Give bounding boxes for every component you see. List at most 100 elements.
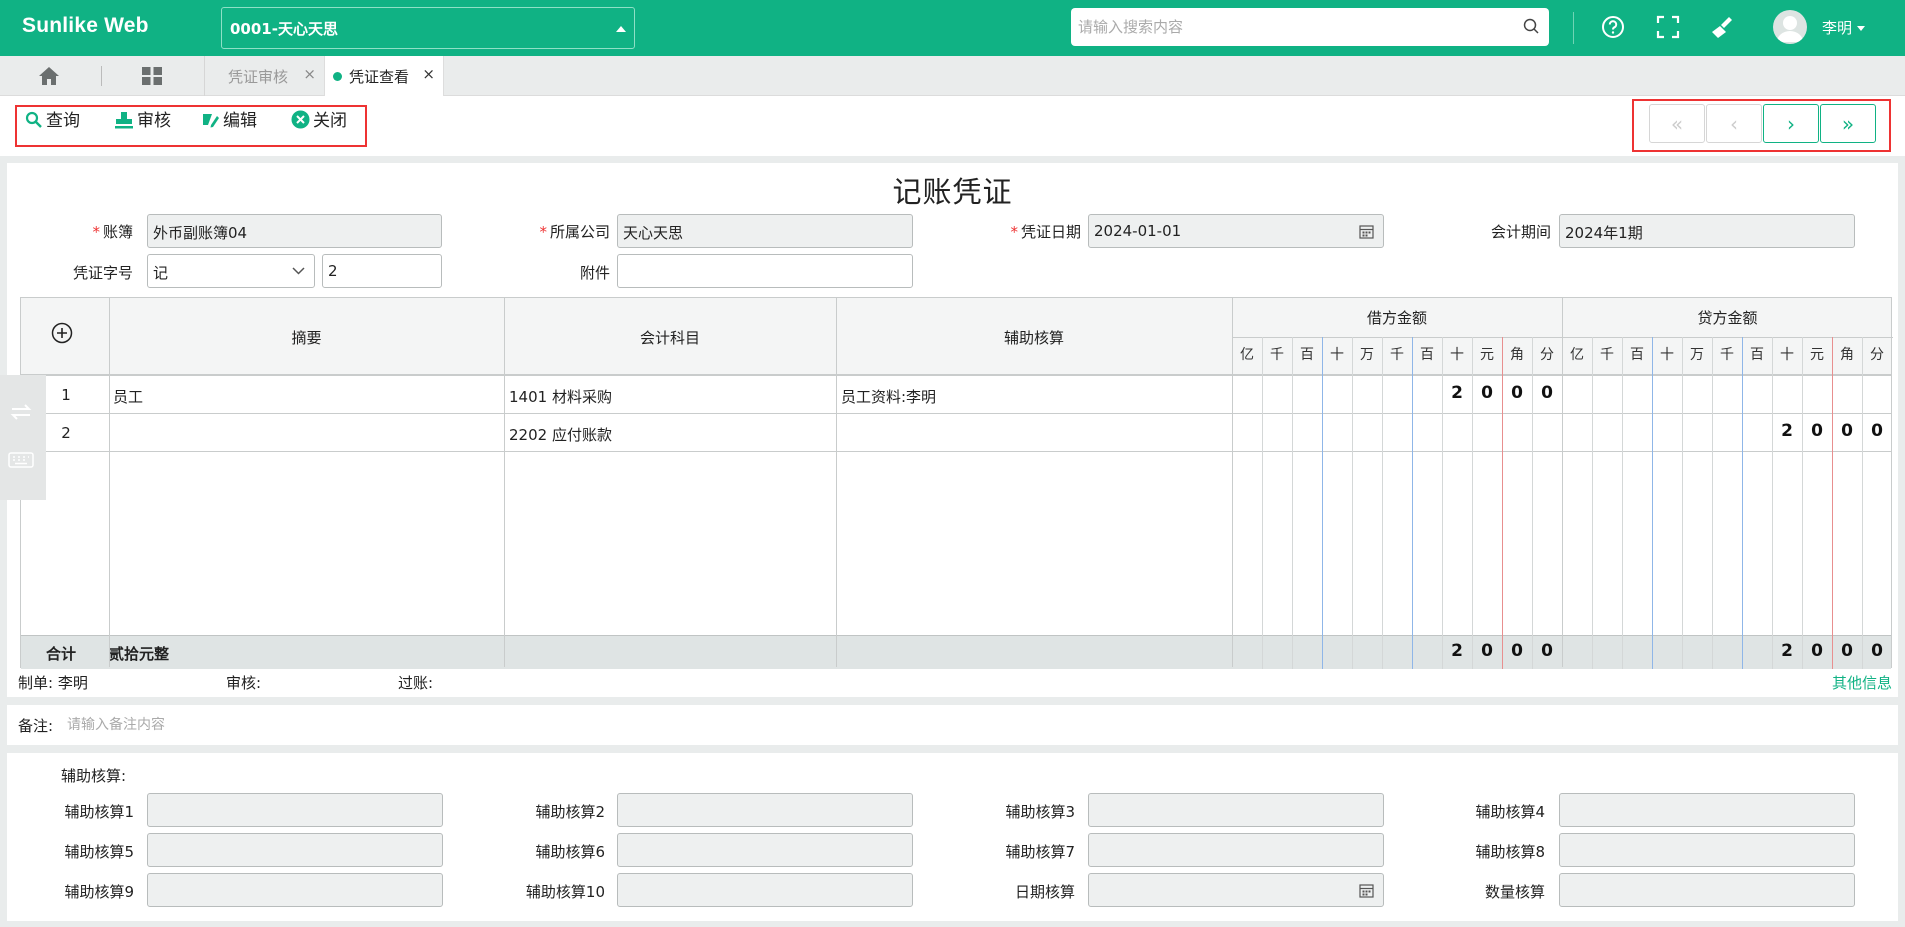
debit-amount-digit: 0 (1481, 383, 1493, 403)
audit-button[interactable]: 审核 (114, 106, 171, 131)
voucher-word-select[interactable]: 记 (147, 254, 315, 288)
last-record-button[interactable]: » (1820, 104, 1876, 143)
notes-input[interactable] (67, 709, 1667, 741)
attachment-field[interactable] (617, 254, 913, 288)
user-icon (1777, 16, 1803, 42)
query-button[interactable]: 查询 (25, 106, 80, 131)
attachment-label: 附件 (579, 264, 610, 282)
ledger-label: * 账簿 (92, 223, 133, 241)
close-icon[interactable]: × (422, 65, 435, 83)
date-label: * 凭证日期 (1010, 223, 1081, 241)
total-credit-digit: 0 (1871, 641, 1883, 661)
digit-unit-header: 万 (1690, 347, 1704, 363)
brush-icon[interactable] (1708, 14, 1734, 40)
header-summary: 摘要 (291, 329, 322, 347)
avatar[interactable] (1773, 10, 1807, 44)
company-field[interactable]: 天心天思 (617, 214, 913, 248)
digit-divider (1292, 337, 1293, 669)
digit-divider (1352, 337, 1353, 669)
ledger-field[interactable]: 外币副账簿04 (147, 214, 442, 248)
header-debit: 借方金额 (1366, 309, 1427, 327)
user-name: 李明 (1822, 19, 1853, 37)
voucher-entry-table: 摘要 会计科目 辅助核算 借方金额 贷方金额 1 员工 1401 材料采购 员工… (20, 297, 1893, 669)
grid-icon[interactable] (141, 66, 163, 86)
credit-amount-digit: 0 (1871, 421, 1883, 441)
tab-bar: 凭证审核 × 凭证查看 × (0, 56, 1905, 96)
aux-field-label: 辅助核算8 (1475, 843, 1545, 861)
first-record-button[interactable]: « (1649, 104, 1705, 143)
total-row (21, 635, 1891, 669)
side-toggle-panel[interactable] (0, 375, 46, 500)
search-icon[interactable] (1523, 18, 1539, 34)
stamp-icon (115, 112, 133, 129)
edit-button[interactable]: 编辑 (202, 106, 257, 131)
other-info-link[interactable]: 其他信息 (1832, 672, 1892, 693)
aux-field-input[interactable] (1088, 793, 1384, 827)
auditor-info: 审核: (226, 674, 262, 692)
top-header: Sunlike Web 0001-天心天思 李明 (0, 0, 1905, 56)
calendar-icon[interactable] (1359, 883, 1374, 898)
active-dot-icon (333, 72, 342, 81)
maker-info: 制单: 李明 (18, 674, 88, 692)
digit-divider (1742, 337, 1743, 669)
help-icon[interactable] (1600, 14, 1626, 40)
digit-unit-header: 百 (1750, 347, 1764, 363)
digit-unit-header: 元 (1480, 347, 1494, 363)
user-menu[interactable]: 李明 (1822, 17, 1866, 38)
aux-field-input[interactable] (147, 793, 443, 827)
digit-divider (1262, 337, 1263, 669)
digit-unit-header: 十 (1450, 347, 1464, 363)
aux-field-label: 辅助核算2 (535, 803, 605, 821)
digit-unit-header: 十 (1330, 347, 1344, 363)
tab-voucher-view[interactable]: 凭证查看 × (324, 56, 444, 96)
aux-field-input[interactable] (147, 833, 443, 867)
home-icon[interactable] (38, 66, 60, 86)
calendar-icon[interactable] (1359, 224, 1374, 239)
digit-divider (1712, 337, 1713, 669)
search-input[interactable] (1071, 8, 1511, 46)
toolbar: 查询 审核 编辑 关闭 « ‹ › » (0, 96, 1905, 156)
aux-field-input[interactable] (1088, 873, 1384, 907)
row-summary[interactable]: 员工 (113, 386, 498, 407)
row-account[interactable]: 2202 应付账款 (509, 424, 829, 445)
aux-field-input[interactable] (147, 873, 443, 907)
poster-info: 过账: (398, 674, 434, 692)
next-record-button[interactable]: › (1763, 104, 1819, 143)
digit-unit-header: 千 (1600, 347, 1614, 363)
fullscreen-icon[interactable] (1655, 14, 1681, 40)
add-row-icon[interactable] (51, 322, 73, 344)
total-debit-digit: 2 (1451, 641, 1463, 661)
chevron-down-icon (292, 267, 305, 275)
close-button[interactable]: 关闭 (291, 106, 347, 131)
aux-field-input[interactable] (617, 873, 913, 907)
digit-divider (1382, 337, 1383, 669)
voucher-number-field[interactable]: 2 (322, 254, 442, 288)
voucher-panel: 记账凭证 * 账簿 外币副账簿04 * 所属公司 天心天思 * 凭证日期 2024-0… (7, 163, 1898, 697)
period-label: 会计期间 (1490, 223, 1551, 241)
period-field[interactable]: 2024年1期 (1559, 214, 1855, 248)
date-field[interactable]: 2024-01-01 (1088, 214, 1384, 248)
aux-field-input[interactable] (1088, 833, 1384, 867)
row-aux[interactable]: 员工资料:李明 (841, 386, 1226, 407)
total-credit-digit: 0 (1841, 641, 1853, 661)
row-account[interactable]: 1401 材料采购 (509, 386, 829, 407)
close-icon[interactable]: × (303, 65, 316, 83)
aux-field-input[interactable] (617, 793, 913, 827)
aux-field-input[interactable] (1559, 793, 1855, 827)
aux-field-input[interactable] (1559, 873, 1855, 907)
aux-field-input[interactable] (1559, 833, 1855, 867)
aux-field-input[interactable] (617, 833, 913, 867)
prev-record-button[interactable]: ‹ (1706, 104, 1762, 143)
row-number: 1 (61, 386, 71, 404)
double-chevron-right-icon: » (1841, 112, 1855, 136)
column-divider (109, 298, 110, 667)
account-select[interactable]: 0001-天心天思 (221, 7, 635, 49)
tab-voucher-audit[interactable]: 凭证审核 × (204, 56, 324, 96)
header-account: 会计科目 (639, 329, 700, 347)
credit-amount-digit: 0 (1841, 421, 1853, 441)
header-aux: 辅助核算 (1003, 329, 1064, 347)
digit-unit-header: 亿 (1240, 347, 1254, 363)
close-label: 关闭 (313, 111, 347, 131)
total-debit-digit: 0 (1481, 641, 1493, 661)
account-select-value: 0001-天心天思 (230, 20, 338, 38)
